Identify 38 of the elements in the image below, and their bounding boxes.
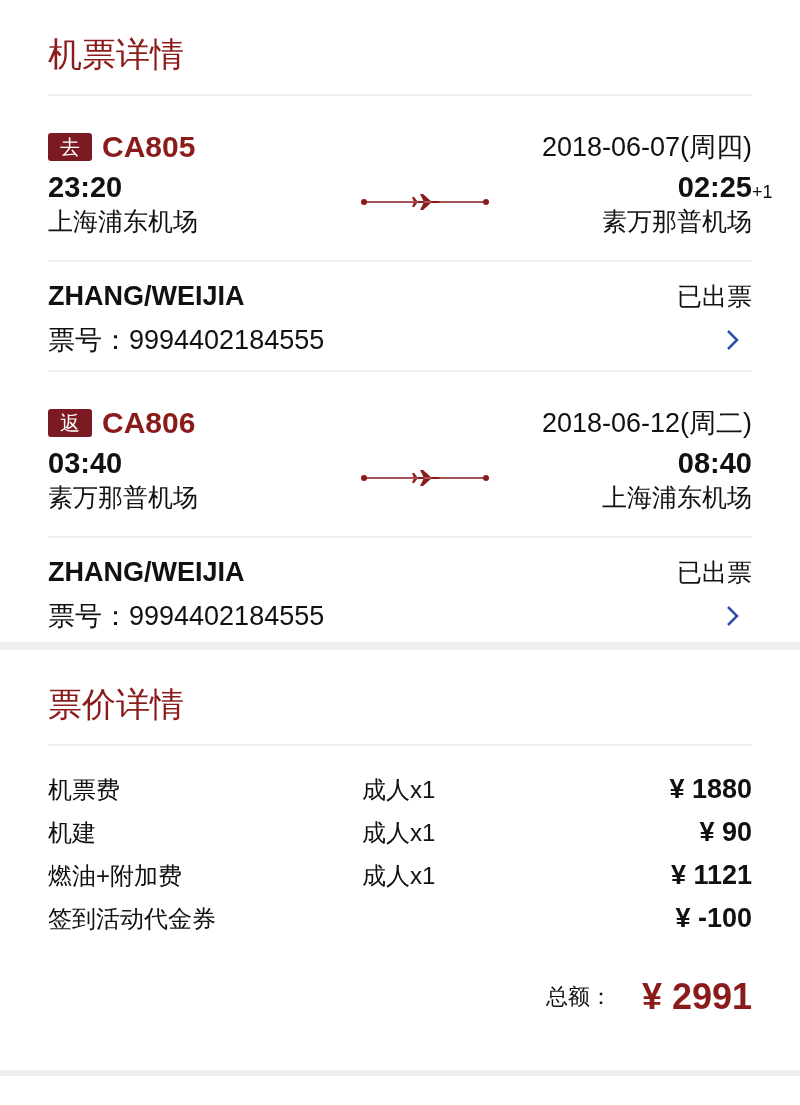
fee-name: 燃油+附加费	[48, 860, 183, 891]
passenger-name: ZHANG/WEIJIA	[48, 280, 245, 313]
arrival-airport: 上海浦东机场	[602, 482, 752, 513]
arrival-time: 08:40	[677, 446, 752, 480]
fee-amount: ¥ 90	[699, 817, 752, 848]
fee-quantity: 成人x1	[362, 775, 436, 803]
fee-amount: ¥ -100	[675, 903, 752, 934]
chevron-right-icon[interactable]	[726, 329, 740, 351]
arrival-airport: 素万那普机场	[602, 206, 752, 237]
fee-name: 机票费	[48, 774, 121, 805]
flight-number: CA805	[102, 130, 196, 164]
departure-airport: 上海浦东机场	[48, 206, 198, 237]
fee-quantity: 成人x1	[362, 818, 436, 846]
chevron-right-icon[interactable]	[726, 605, 740, 627]
section-title: 票价详情	[48, 684, 185, 725]
passenger-name: ZHANG/WEIJIA	[48, 556, 245, 589]
flight-date: 2018-06-12(周二)	[541, 407, 752, 440]
fee-name: 签到活动代金券	[48, 903, 217, 934]
fee-amount: ¥ 1880	[669, 774, 752, 805]
departure-time: 23:20	[48, 170, 124, 204]
direction-badge: 去	[48, 133, 92, 161]
departure-time: 03:40	[48, 446, 124, 480]
ticket-number: 票号：9994402184555	[48, 324, 325, 357]
fee-name: 机建	[48, 817, 97, 848]
section-title: 机票详情	[48, 34, 185, 75]
total-amount: ¥ 2991	[641, 976, 752, 1018]
total-label: 总额：	[545, 983, 612, 1011]
flight-number: CA806	[102, 406, 196, 440]
arrival-time: 02:25	[677, 170, 752, 204]
day-offset: +1	[752, 182, 773, 202]
ticket-status: 已出票	[677, 281, 752, 312]
flight-date: 2018-06-07(周四)	[541, 131, 752, 164]
ticket-number: 票号：9994402184555	[48, 600, 325, 633]
ticket-status: 已出票	[677, 557, 752, 588]
departure-airport: 素万那普机场	[48, 482, 198, 513]
fee-amount: ¥ 1121	[670, 860, 752, 891]
direction-badge: 返	[48, 409, 92, 437]
fee-quantity: 成人x1	[362, 861, 436, 889]
